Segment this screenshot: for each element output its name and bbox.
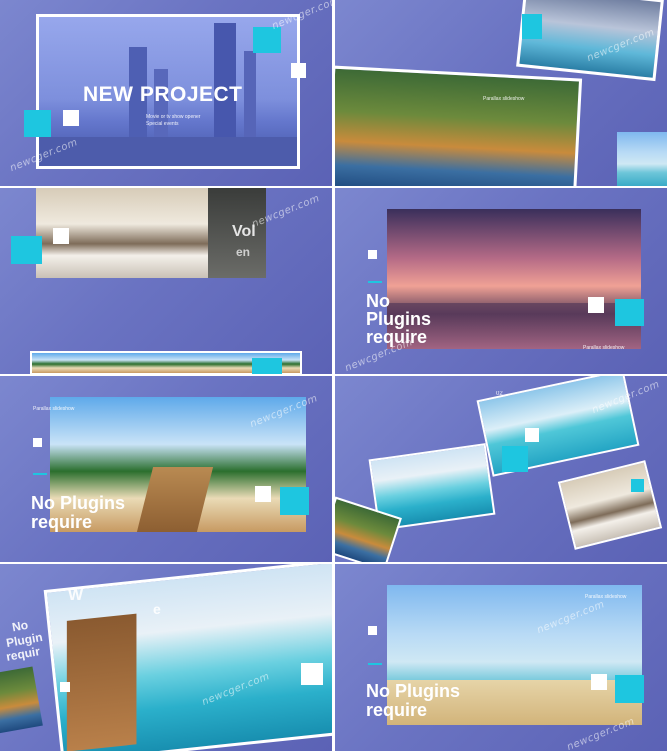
white-square — [291, 63, 306, 78]
cyan-square — [502, 446, 528, 472]
cyan-square — [522, 14, 542, 39]
slideshow-caption: Parallax slideshow — [33, 406, 75, 412]
interior-photo — [557, 460, 663, 550]
panel-floating-photos: 02 newcger.com — [335, 376, 667, 562]
slide-number: 02 — [496, 391, 503, 397]
plugins-title-1: No — [366, 291, 390, 311]
panel-sunset-plugins: No Plugins require Parallax slideshow ne… — [335, 188, 667, 374]
cyan-square — [252, 358, 282, 374]
project-title: NEW PROJECT — [83, 83, 243, 106]
text-fragment: No — [10, 617, 30, 635]
beach-hut-photo — [43, 564, 332, 751]
white-square — [63, 110, 79, 126]
text-fragment: Vol — [232, 223, 256, 240]
panel-pier-plugins: Parallax slideshow No Plugins require ne… — [0, 376, 332, 562]
white-square — [525, 428, 539, 442]
cyan-line — [368, 663, 382, 665]
panel-hotel-room: Vol en newcger.com — [0, 188, 332, 374]
white-square — [368, 250, 377, 259]
plugins-title-1: No Plugins — [31, 493, 125, 513]
panel-hut-zoom: W e No Plugin requir newcger.com — [0, 564, 332, 751]
white-square — [368, 626, 377, 635]
white-square — [60, 682, 70, 692]
cyan-square — [280, 487, 309, 515]
white-square — [53, 228, 69, 244]
text-fragment: W — [68, 587, 84, 604]
panel-tropical-slideshow: Parallax slideshow newcger.com — [335, 0, 667, 186]
panel-seaside-plugins: Parallax slideshow No Plugins require ne… — [335, 564, 667, 751]
cyan-square — [24, 110, 51, 137]
slideshow-caption: Parallax slideshow — [483, 96, 525, 102]
white-square — [591, 674, 607, 690]
cyan-square — [631, 479, 644, 492]
slideshow-caption: Parallax slideshow — [583, 345, 625, 351]
slideshow-caption: Parallax slideshow — [585, 594, 627, 600]
panel-new-project: NEW PROJECT Movie or tv show opener Spec… — [0, 0, 332, 186]
plugins-title-2: require — [31, 512, 93, 532]
cyan-square — [615, 675, 644, 703]
thumbnail-grid: NEW PROJECT Movie or tv show opener Spec… — [0, 0, 667, 751]
plugins-title-2: require — [366, 700, 428, 720]
cyan-line — [33, 473, 47, 475]
resort-photo — [335, 65, 583, 186]
plugins-title-1: No Plugins — [366, 681, 460, 701]
cyan-square — [11, 236, 42, 264]
cyan-line — [368, 281, 382, 283]
sky-photo — [617, 132, 667, 186]
cyan-square — [615, 299, 644, 326]
project-subtitle-2: Special events — [146, 121, 179, 127]
white-square — [255, 486, 271, 502]
edge-photo — [0, 666, 43, 734]
project-subtitle-1: Movie or tv show opener — [146, 114, 201, 120]
text-fragment: en — [236, 245, 251, 259]
white-square — [33, 438, 42, 447]
white-square — [588, 297, 604, 313]
plugins-title-2: Plugins — [366, 309, 432, 329]
text-fragment: e — [153, 601, 161, 617]
white-square — [301, 663, 323, 685]
